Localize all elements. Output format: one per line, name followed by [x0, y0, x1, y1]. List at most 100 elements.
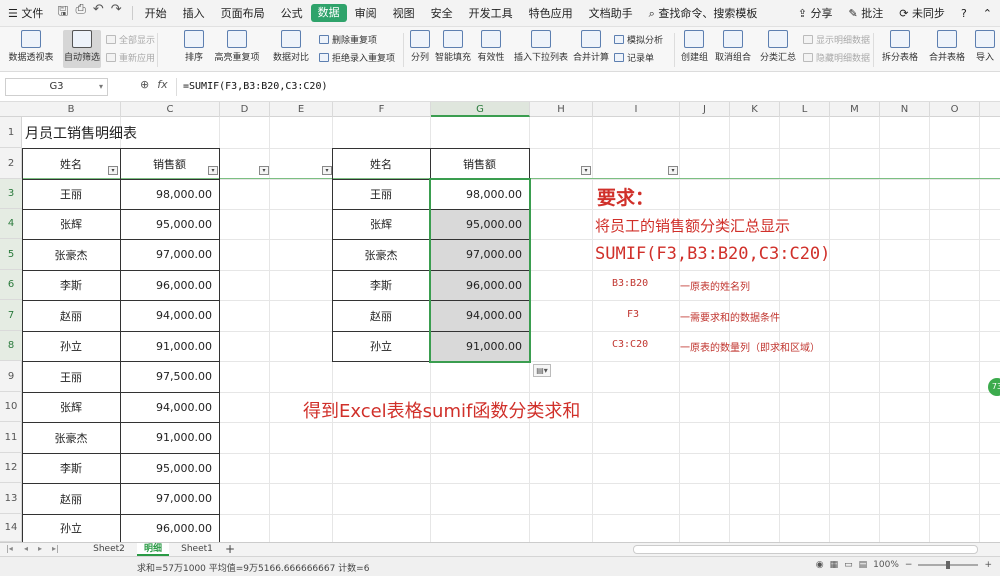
split-table-button[interactable]: 拆分表格 [879, 30, 921, 63]
table-cell[interactable]: 张辉 [332, 209, 430, 239]
import-button[interactable]: 导入 [972, 30, 998, 63]
table-cell[interactable]: 张豪杰 [22, 239, 120, 270]
what-if-analysis-button[interactable]: 模拟分析 [614, 33, 663, 46]
show-all-button[interactable]: 全部显示 [106, 33, 155, 46]
table-cell[interactable]: 98,000.00 [430, 179, 529, 209]
row-header-13[interactable]: 13 [0, 483, 22, 514]
zoom-slider[interactable] [918, 561, 979, 569]
formula-input[interactable]: =SUMIF(F3,B3:B20,C3:C20) [176, 78, 996, 96]
table-cell[interactable]: 97,500.00 [120, 361, 219, 392]
table-cell[interactable]: 李斯 [22, 453, 120, 483]
row-header-4[interactable]: 4 [0, 209, 22, 239]
tab-data[interactable]: 数据 [310, 4, 347, 22]
row-header-11[interactable]: 11 [0, 422, 22, 453]
column-header-h[interactable]: H [530, 102, 593, 117]
show-detail-button[interactable]: 显示明细数据 [803, 33, 870, 46]
table-cell[interactable]: 94,000.00 [430, 300, 529, 331]
zoom-in-icon[interactable]: + [984, 560, 992, 570]
row-header-9[interactable]: 9 [0, 361, 22, 392]
column-header-f[interactable]: F [333, 102, 431, 117]
column-header-d[interactable]: D [220, 102, 270, 117]
table-cell[interactable]: 95,000.00 [120, 453, 219, 483]
ungroup-button[interactable]: 取消组合 [713, 30, 753, 63]
tab-doc-assistant[interactable]: 文档助手 [581, 0, 641, 27]
column-header-m[interactable]: M [830, 102, 880, 117]
left-header-sales[interactable]: 销售额 [120, 148, 219, 179]
name-box[interactable]: G3 ▾ [5, 78, 108, 96]
table-cell[interactable]: 孙立 [332, 331, 430, 361]
column-header-g[interactable]: G [431, 102, 530, 117]
reject-duplicates-button[interactable]: 拒绝录入重复项 [319, 51, 395, 64]
eye-icon[interactable]: ◉ [816, 560, 824, 570]
table-cell[interactable]: 91,000.00 [120, 422, 219, 453]
sort-button[interactable]: 排序 [181, 30, 207, 63]
validity-button[interactable]: 有效性 [476, 30, 506, 63]
column-header-c[interactable]: C [121, 102, 220, 117]
pivot-table-button[interactable]: 数据透视表 [8, 30, 54, 63]
table-cell[interactable]: 98,000.00 [120, 179, 219, 209]
last-sheet-icon[interactable]: ▸| [52, 544, 59, 553]
left-header-name[interactable]: 姓名 [22, 148, 120, 179]
table-cell[interactable]: 赵丽 [332, 300, 430, 331]
table-cell[interactable]: 赵丽 [22, 300, 120, 331]
hide-detail-button[interactable]: 隐藏明细数据 [803, 51, 870, 64]
page-break-icon[interactable]: ▤ [859, 560, 868, 570]
sheet-title[interactable]: 月员工销售明细表 [25, 123, 137, 143]
row-header-10[interactable]: 10 [0, 392, 22, 422]
sync-button[interactable]: ⟳ 未同步 [891, 0, 953, 27]
row-header-7[interactable]: 7 [0, 300, 22, 331]
insert-dropdown-button[interactable]: 插入下拉列表 [514, 30, 568, 63]
table-cell[interactable]: 94,000.00 [120, 392, 219, 422]
row-header-2[interactable]: 2 [0, 148, 22, 179]
table-cell[interactable]: 张豪杰 [332, 239, 430, 270]
column-header-e[interactable]: E [270, 102, 333, 117]
command-search[interactable]: ⌕ 查找命令、搜索模板 [641, 0, 766, 27]
page-layout-icon[interactable]: ▭ [844, 560, 853, 570]
right-header-sales[interactable]: 销售额 [430, 148, 529, 179]
annotate-button[interactable]: ✎ 批注 [841, 0, 892, 27]
table-cell[interactable]: 97,000.00 [120, 239, 219, 270]
filter-dropdown-icon[interactable]: ▾ [208, 166, 218, 175]
remove-duplicates-button[interactable]: 删除重复项 [319, 33, 377, 46]
table-cell[interactable]: 94,000.00 [120, 300, 219, 331]
row-header-8[interactable]: 8 [0, 331, 22, 361]
table-cell[interactable]: 96,000.00 [120, 514, 219, 542]
filter-dropdown-icon[interactable]: ▾ [259, 166, 269, 175]
column-header-j[interactable]: J [680, 102, 730, 117]
spreadsheet-grid[interactable]: 月员工销售明细表 姓名 ▾ 销售额 ▾ ▾ ▾ 王丽 98,000.00 张辉 … [22, 117, 1000, 542]
function-icon[interactable]: fx [157, 78, 167, 91]
row-header-6[interactable]: 6 [0, 270, 22, 300]
smart-fill-button[interactable]: 智能填充 [435, 30, 471, 63]
reapply-button[interactable]: 重新应用 [106, 51, 155, 64]
tab-home[interactable]: 开始 [137, 0, 175, 27]
table-cell[interactable]: 王丽 [332, 179, 430, 209]
file-menu[interactable]: ☰ 文件 [0, 0, 51, 27]
save-icon[interactable]: 🖫 [57, 2, 68, 24]
subtotal-button[interactable]: 分类汇总 [760, 30, 796, 63]
table-cell[interactable]: 97,000.00 [430, 239, 529, 270]
table-cell[interactable]: 97,000.00 [120, 483, 219, 514]
filter-dropdown-icon[interactable]: ▾ [108, 166, 118, 175]
table-cell[interactable]: 95,000.00 [120, 209, 219, 239]
collapse-ribbon-icon[interactable]: ⌃ [975, 0, 1000, 27]
print-icon[interactable]: ⎙ [75, 2, 85, 24]
undo-icon[interactable]: ↶ [93, 2, 104, 24]
add-sheet-icon[interactable]: + [222, 543, 238, 556]
sheet-tab-sheet2[interactable]: Sheet2 [88, 543, 130, 556]
row-header-3[interactable]: 3 [0, 179, 22, 209]
row-header-14[interactable]: 14 [0, 514, 22, 542]
table-cell[interactable]: 王丽 [22, 179, 120, 209]
help-icon[interactable]: ? [953, 0, 975, 27]
paste-options-icon[interactable]: ▤▾ [533, 364, 551, 377]
column-header-i[interactable]: I [593, 102, 680, 117]
sheet-tab-detail[interactable]: 明细 [137, 543, 169, 556]
table-cell[interactable]: 95,000.00 [430, 209, 529, 239]
table-cell[interactable]: 91,000.00 [430, 331, 529, 361]
consolidate-button[interactable]: 合并计算 [573, 30, 609, 63]
share-button[interactable]: ⇪ 分享 [790, 0, 841, 27]
table-cell[interactable]: 96,000.00 [120, 270, 219, 300]
table-cell[interactable]: 李斯 [332, 270, 430, 300]
redo-icon[interactable]: ↷ [111, 2, 122, 24]
data-compare-button[interactable]: 数据对比 [268, 30, 314, 63]
highlight-duplicates-button[interactable]: 高亮重复项 [212, 30, 262, 63]
